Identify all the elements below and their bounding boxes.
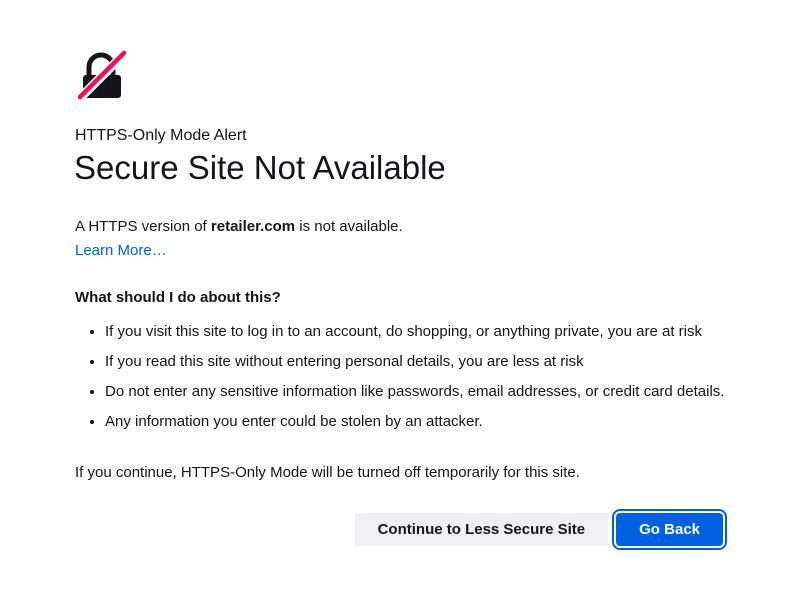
go-back-button[interactable]: Go Back: [612, 509, 727, 550]
intro-suffix: is not available.: [299, 218, 403, 235]
https-only-error-page: HTTPS-Only Mode Alert Secure Site Not Av…: [0, 0, 800, 600]
intro-prefix: A HTTPS version of: [75, 218, 207, 235]
list-item: Any information you enter could be stole…: [105, 411, 724, 441]
intro-text: A HTTPS version of retailer.com is not a…: [75, 218, 403, 235]
list-item: If you read this site without entering p…: [105, 351, 724, 381]
lock-broken-icon: [74, 48, 130, 104]
page-title: Secure Site Not Available: [74, 149, 446, 186]
advice-heading: What should I do about this?: [75, 289, 281, 306]
continue-to-site-button[interactable]: Continue to Less Secure Site: [354, 513, 609, 546]
advice-list: If you visit this site to log in to an a…: [75, 321, 724, 441]
list-item: Do not enter any sensitive information l…: [105, 381, 724, 411]
site-domain: retailer.com: [210, 218, 296, 235]
learn-more-link[interactable]: Learn More…: [75, 242, 167, 259]
continue-note: If you continue, HTTPS-Only Mode will be…: [75, 464, 580, 481]
button-row: Continue to Less Secure Site Go Back: [354, 509, 727, 550]
list-item: If you visit this site to log in to an a…: [105, 321, 724, 351]
alert-label: HTTPS-Only Mode Alert: [75, 127, 247, 144]
